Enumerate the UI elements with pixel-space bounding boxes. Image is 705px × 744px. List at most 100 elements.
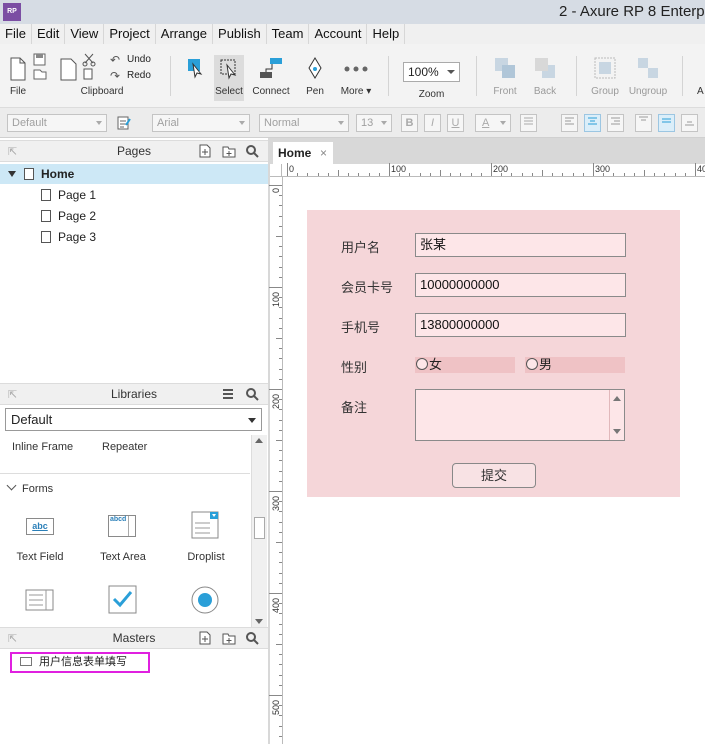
menu-account[interactable]: Account [309, 24, 368, 44]
add-master-icon[interactable] [198, 631, 212, 645]
clipboard-button[interactable]: Clipboard [58, 53, 123, 102]
align-top-icon [639, 116, 648, 121]
gender-male-radio[interactable]: 男 [525, 357, 625, 373]
page-item-page-2[interactable]: Page 2 [41, 206, 96, 226]
zoom-select[interactable]: 100% [403, 62, 460, 82]
pages-tree: Home Page 1 Page 2 Page 3 [0, 162, 268, 384]
widget-text-area[interactable]: abcd Text Area [88, 515, 158, 567]
undo-button[interactable]: ↶ Undo [110, 53, 155, 67]
italic-button[interactable]: I [424, 114, 441, 132]
add-page-icon[interactable] [198, 144, 212, 158]
menu-view[interactable]: View [65, 24, 105, 44]
page-item-home[interactable]: Home [0, 164, 268, 184]
font-select[interactable]: Arial [152, 114, 250, 132]
cut-icon [82, 53, 96, 80]
forms-section-header[interactable]: Forms [6, 480, 53, 495]
menu-file[interactable]: File [0, 24, 32, 44]
pen-icon [308, 57, 322, 79]
ruler-tick [269, 695, 282, 696]
widget-inline-frame[interactable]: Inline Frame [12, 441, 73, 453]
menu-team[interactable]: Team [267, 24, 310, 44]
widget-repeater[interactable]: Repeater [102, 441, 147, 453]
bring-front-button[interactable]: Front [493, 56, 517, 102]
note-textarea[interactable] [415, 389, 625, 441]
member-card-label: 会员卡号 [341, 280, 394, 295]
font-color-button[interactable]: A [475, 114, 511, 132]
close-icon[interactable]: × [320, 142, 327, 164]
checkbox-icon[interactable] [108, 585, 138, 615]
scrollbar-thumb[interactable] [254, 517, 265, 539]
pen-button[interactable]: Pen [304, 56, 326, 102]
file-button[interactable]: File [8, 56, 28, 102]
radio-circle-icon [526, 358, 538, 370]
search-icon[interactable] [245, 631, 259, 645]
font-weight-select[interactable]: Normal [259, 114, 349, 132]
phone-field[interactable]: 13800000000 [415, 313, 626, 337]
align-right-button[interactable] [607, 114, 624, 132]
gender-female-label: 女 [429, 357, 443, 372]
more-button[interactable]: More ▾ [341, 56, 371, 102]
library-select[interactable]: Default [5, 408, 262, 431]
ruler-label: 0 [289, 164, 295, 174]
radio-button-icon[interactable] [190, 585, 220, 615]
master-item[interactable]: 用户信息表单填写 [10, 652, 150, 673]
menu-help[interactable]: Help [367, 24, 406, 44]
ungroup-button[interactable]: Ungroup [629, 56, 667, 102]
member-card-field[interactable]: 10000000000 [415, 273, 626, 297]
library-scrollbar[interactable] [251, 435, 267, 627]
menu-edit[interactable]: Edit [32, 24, 66, 44]
style-editor-icon[interactable] [117, 115, 131, 131]
page-label: Page 1 [58, 188, 97, 202]
add-folder-icon[interactable] [222, 144, 236, 158]
submit-button[interactable]: 提交 [452, 463, 536, 488]
select-contained-button[interactable]: Select [214, 55, 244, 101]
underline-button[interactable]: U [447, 114, 464, 132]
send-back-button[interactable]: Back [533, 56, 557, 102]
widget-label: Text Field [16, 551, 64, 563]
group-button[interactable]: Group [591, 56, 619, 102]
bullet-list-button[interactable] [520, 114, 537, 132]
save-icon[interactable] [33, 53, 47, 81]
page-item-page-1[interactable]: Page 1 [41, 185, 96, 205]
chevron-down-icon [447, 70, 455, 74]
list-box-icon[interactable] [25, 589, 55, 611]
align-bottom-button[interactable] [681, 114, 698, 132]
ruler-tick [279, 307, 282, 309]
menu-arrange[interactable]: Arrange [156, 24, 214, 44]
scroll-down-icon[interactable] [255, 619, 263, 624]
undo-icon: ↶ [110, 53, 121, 67]
search-icon[interactable] [245, 387, 259, 401]
add-folder-icon[interactable] [222, 631, 236, 645]
file-label: File [9, 86, 27, 97]
hamburger-menu-icon[interactable] [221, 387, 235, 401]
align-left-button[interactable] [561, 114, 578, 132]
widget-text-field[interactable]: abc Text Field [5, 515, 75, 567]
font-size-select[interactable]: 13 [356, 114, 392, 132]
scroll-down-icon[interactable] [613, 429, 621, 434]
redo-button[interactable]: ↷ Redo [110, 69, 155, 83]
widget-droplist[interactable]: Droplist [171, 511, 241, 567]
zoom-value: 100% [408, 65, 439, 79]
bold-button[interactable]: B [401, 114, 418, 132]
scroll-up-icon[interactable] [255, 438, 263, 443]
textarea-scrollbar[interactable] [609, 390, 624, 440]
menu-project[interactable]: Project [104, 24, 156, 44]
expand-triangle-icon[interactable] [8, 171, 16, 177]
menu-publish[interactable]: Publish [213, 24, 267, 44]
widget-label: Droplist [187, 551, 225, 563]
page-item-page-3[interactable]: Page 3 [41, 227, 96, 247]
select-intersected-button[interactable] [185, 56, 205, 84]
scroll-up-icon[interactable] [613, 396, 621, 401]
tab-home[interactable]: Home × [273, 142, 333, 164]
style-select[interactable]: Default [7, 114, 107, 132]
search-icon[interactable] [245, 144, 259, 158]
ruler-tick [269, 287, 282, 288]
align-middle-button[interactable] [658, 114, 675, 132]
align-top-button[interactable] [635, 114, 652, 132]
gender-female-radio[interactable]: 女 [415, 357, 515, 373]
username-field[interactable]: 张某 [415, 233, 626, 257]
connect-button[interactable]: Connect [252, 56, 290, 102]
ruler-tick [279, 470, 282, 472]
send-back-icon [535, 58, 555, 78]
align-center-button[interactable] [584, 114, 601, 132]
